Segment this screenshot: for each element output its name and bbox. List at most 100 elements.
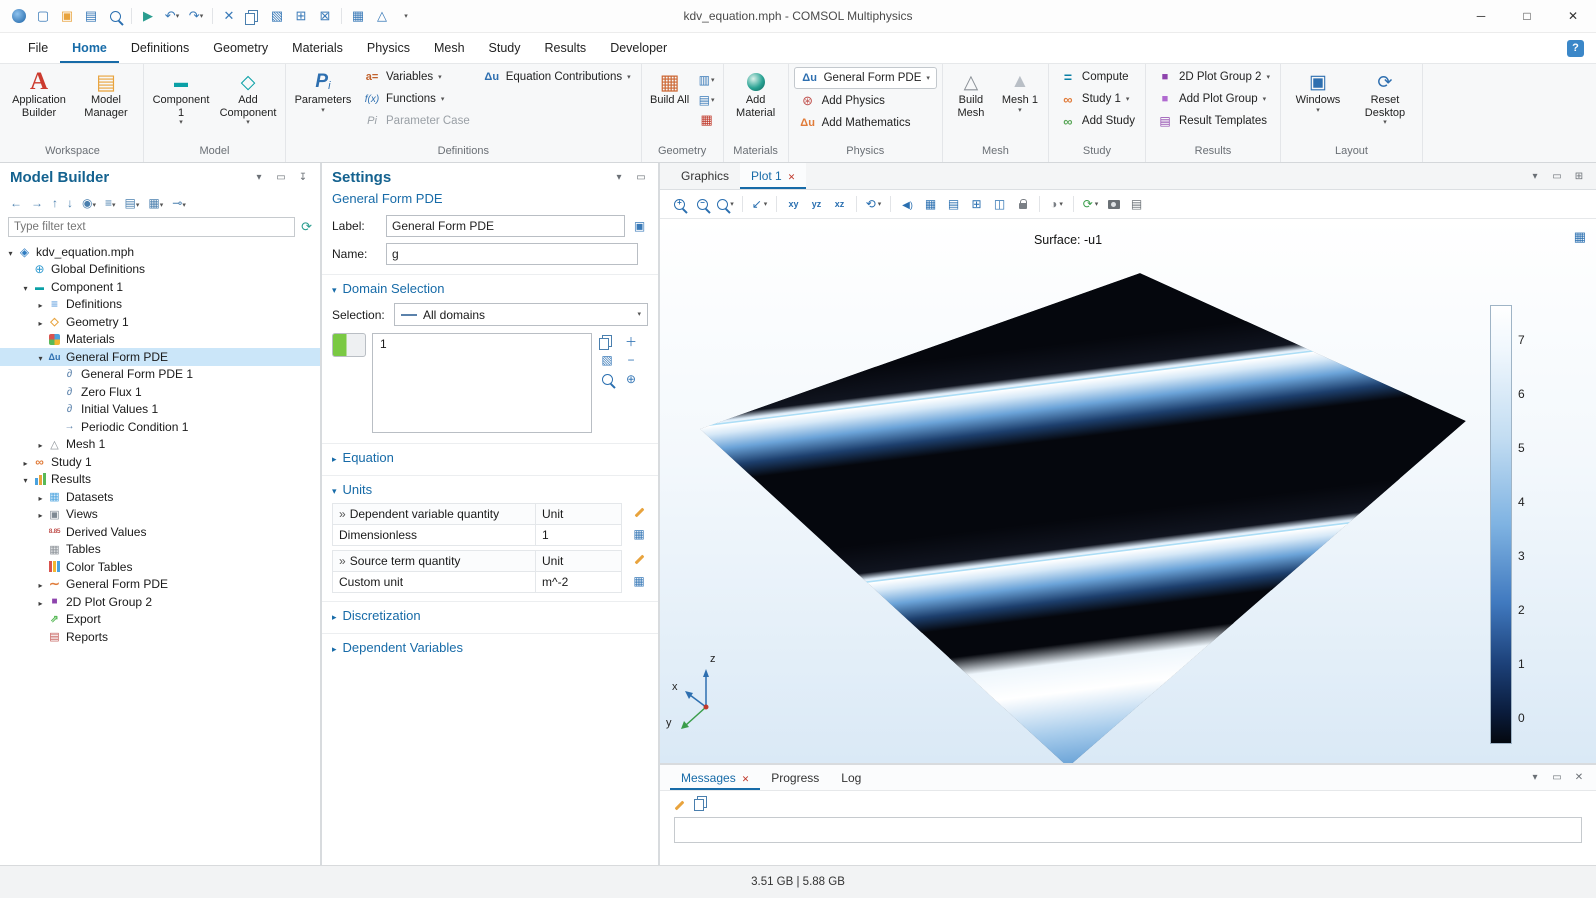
build-all-button[interactable]: Build All [647,67,693,107]
chevron-right-icon[interactable] [34,577,47,591]
float-panel-icon[interactable]: ▭ [634,170,648,184]
tab-physics[interactable]: Physics [355,33,422,63]
edit-unit-icon[interactable] [630,550,648,568]
domain-list-item[interactable]: 1 [373,336,591,352]
tree-node-results-general-form-pde[interactable]: General Form PDE [0,576,320,594]
tree-node-tables[interactable]: Tables [0,541,320,559]
label-options-icon[interactable]: ▣ [631,217,648,235]
plot-in-window-icon[interactable]: ◫ [990,193,1009,215]
close-button[interactable]: ✕ [1550,1,1596,32]
chevron-down-icon[interactable] [34,350,47,364]
plot-group-button[interactable]: 2D Plot Group 2 ▾ [1151,67,1275,87]
delete-icon[interactable]: ⊠ [314,5,336,27]
scene-light-icon[interactable]: ◑▾ [1047,193,1066,215]
tree-node-study-1[interactable]: Study 1 [0,453,320,471]
tab-study[interactable]: Study [477,33,533,63]
table-expand-icon[interactable] [339,507,350,521]
model-manager-button[interactable]: Model Manager [74,67,138,119]
back-icon[interactable]: ← [10,196,22,210]
geometry-action-1-button[interactable]: ▾ [696,71,718,89]
tree-node-definitions[interactable]: Definitions [0,296,320,314]
tree-node-root[interactable]: kdv_equation.mph [0,243,320,261]
source-quantity-cell[interactable]: Custom unit [333,572,536,593]
tab-messages[interactable]: Messages [670,765,760,790]
model-tree-options-icon[interactable]: ▤▾ [125,196,140,210]
tree-node-global-definitions[interactable]: Global Definitions [0,261,320,279]
chevron-right-icon[interactable] [34,595,47,609]
tree-node-views[interactable]: Views [0,506,320,524]
tab-home[interactable]: Home [60,33,119,63]
panel-menu-icon[interactable]: ▾ [1528,169,1542,183]
mesh-icon[interactable]: △ [371,5,393,27]
node-label-options-icon[interactable]: ≡▾ [105,196,116,210]
measure-button[interactable] [696,111,718,129]
minimize-button[interactable]: ─ [1458,1,1504,32]
plot-area[interactable]: Surface: -u1 ▦ [660,219,1596,763]
help-button[interactable]: ? [1567,40,1584,57]
tree-node-initial-values-1[interactable]: Initial Values 1 [0,401,320,419]
mesh-1-button[interactable]: Mesh 1 ▾ [997,67,1043,114]
open-file-icon[interactable]: ▣ [56,5,78,27]
section-domain-selection[interactable]: Domain Selection [322,274,658,300]
chevron-right-icon[interactable] [34,437,47,451]
tab-developer[interactable]: Developer [598,33,679,63]
plot-settings-icon[interactable]: ⊞ [967,193,986,215]
build-icon[interactable]: ▦ [347,5,369,27]
reset-desktop-button[interactable]: Reset Desktop ▾ [1353,67,1417,126]
new-file-icon[interactable]: ▢ [32,5,54,27]
tree-node-reports[interactable]: Reports [0,628,320,646]
tree-node-derived-values[interactable]: Derived Values [0,523,320,541]
chevron-right-icon[interactable] [34,297,47,311]
variables-button[interactable]: Variables ▾ [358,67,475,87]
chevron-right-icon[interactable] [34,507,47,521]
copy-icon[interactable] [242,5,264,27]
compute-button[interactable]: Compute [1054,67,1140,87]
chevron-down-icon[interactable] [19,280,32,294]
tree-node-datasets[interactable]: Datasets [0,488,320,506]
active-selection-toggle[interactable] [332,333,366,357]
tab-mesh[interactable]: Mesh [422,33,477,63]
section-dependent-variables[interactable]: Dependent Variables [322,633,658,659]
parameter-case-button[interactable]: Parameter Case [358,111,475,131]
chevron-right-icon[interactable] [34,315,47,329]
application-builder-button[interactable]: Application Builder [7,67,71,119]
undo-icon[interactable]: ↶▾ [161,5,183,27]
float-panel-icon[interactable]: ▭ [1550,771,1564,785]
panel-menu-icon[interactable]: ▾ [1528,771,1542,785]
dependent-unit-cell[interactable]: 1 [536,525,622,546]
tab-graphics[interactable]: Graphics [670,163,740,189]
tree-node-export[interactable]: Export [0,611,320,629]
go-to-default-view-icon[interactable]: ↙▾ [750,193,769,215]
section-discretization[interactable]: Discretization [322,601,658,627]
tab-log[interactable]: Log [830,765,872,790]
lock-axes-icon[interactable] [1013,193,1032,215]
zoom-in-icon[interactable]: + [670,193,689,215]
clear-messages-icon[interactable] [674,796,685,810]
evaluate-table-icon[interactable]: ▤ [944,193,963,215]
image-snapshot-icon[interactable]: ▦ [921,193,940,215]
camera-icon[interactable] [1104,193,1123,215]
tree-node-general-form-pde-1[interactable]: General Form PDE 1 [0,366,320,384]
add-mathematics-button[interactable]: Add Mathematics [794,113,937,133]
copy-messages-icon[interactable] [697,796,707,811]
close-panel-icon[interactable]: ✕ [1572,771,1586,785]
result-templates-button[interactable]: Result Templates [1151,111,1275,131]
zoom-to-selection-icon[interactable] [598,371,616,387]
unit-display-icon[interactable]: ▦ [630,572,648,590]
redo-icon[interactable]: ↷▾ [185,5,207,27]
pin-panel-icon[interactable]: ↧ [296,170,310,184]
show-options-icon[interactable]: ◉▾ [82,196,96,210]
label-input[interactable] [386,215,625,237]
tree-node-component-1[interactable]: Component 1 [0,278,320,296]
add-material-button[interactable]: Add Material [729,67,783,119]
float-panel-icon[interactable]: ▭ [1550,169,1564,183]
section-equation[interactable]: Equation [322,443,658,469]
tab-definitions[interactable]: Definitions [119,33,201,63]
chevron-down-icon[interactable] [19,472,32,486]
paste-selection-icon[interactable]: ▧ [598,352,616,368]
tab-results[interactable]: Results [533,33,599,63]
remove-from-selection-icon[interactable]: − [622,352,640,368]
float-panel-icon[interactable]: ▭ [274,170,288,184]
move-up-icon[interactable]: ↑ [52,196,58,210]
sound-icon[interactable] [898,193,917,215]
